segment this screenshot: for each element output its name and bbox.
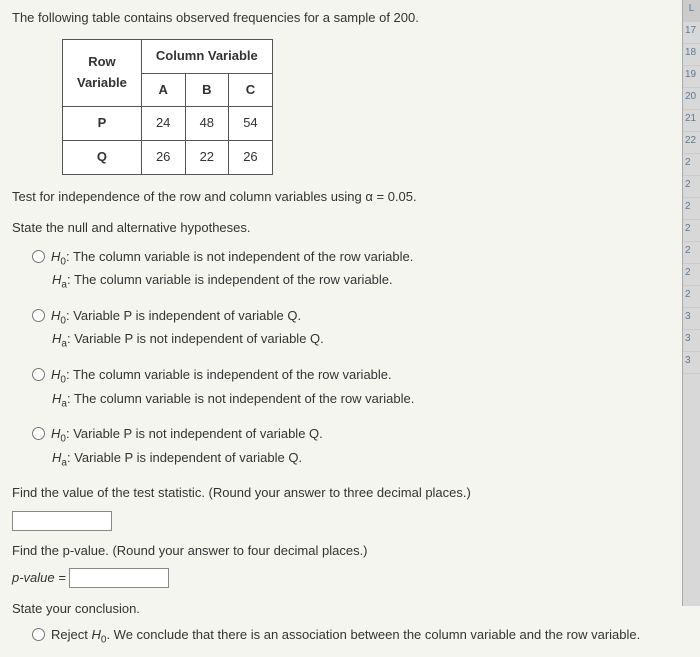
hypothesis-options: H0: The column variable is not independe… <box>32 247 688 472</box>
h0-line: H0: The column variable is independent o… <box>51 365 392 389</box>
sidebar-num[interactable]: 3 <box>683 330 700 352</box>
test-prompt: Test for independence of the row and col… <box>12 187 688 208</box>
sidebar-num[interactable]: 3 <box>683 352 700 374</box>
pvalue-prompt: Find the p-value. (Round your answer to … <box>12 541 688 562</box>
h0-line: H0: Variable P is independent of variabl… <box>51 306 301 330</box>
radio-option-2[interactable] <box>32 309 45 322</box>
ha-line: Ha: Variable P is not independent of var… <box>52 329 688 353</box>
col-b: B <box>185 73 229 107</box>
option-4: H0: Variable P is not independent of var… <box>32 424 688 471</box>
cell: 26 <box>229 141 273 175</box>
table-row: P 24 48 54 <box>63 107 273 141</box>
frequency-table: Row Variable Column Variable A B C P 24 … <box>62 39 273 175</box>
pvalue-input[interactable] <box>69 568 169 588</box>
sidebar-num[interactable]: 19 <box>683 66 700 88</box>
column-variable-header: Column Variable <box>141 39 272 73</box>
sidebar-num[interactable]: 3 <box>683 308 700 330</box>
radio-option-4[interactable] <box>32 427 45 440</box>
radio-option-3[interactable] <box>32 368 45 381</box>
sidebar-nav: L 17 18 19 20 21 22 2 2 2 2 2 2 2 3 3 3 <box>682 0 700 606</box>
sidebar-num[interactable]: 20 <box>683 88 700 110</box>
question-content: The following table contains observed fr… <box>0 0 700 657</box>
conclusion-option: Reject H0. We conclude that there is an … <box>32 625 688 649</box>
radio-option-1[interactable] <box>32 250 45 263</box>
sidebar-num[interactable]: 2 <box>683 286 700 308</box>
ha-line: Ha: The column variable is independent o… <box>52 270 688 294</box>
option-1: H0: The column variable is not independe… <box>32 247 688 294</box>
h0-line: H0: Variable P is not independent of var… <box>51 424 323 448</box>
sidebar-num[interactable]: 2 <box>683 176 700 198</box>
sidebar-num[interactable]: 2 <box>683 154 700 176</box>
sidebar-num[interactable]: 17 <box>683 22 700 44</box>
sidebar-letter[interactable]: L <box>683 0 700 22</box>
row-p-label: P <box>63 107 142 141</box>
col-a: A <box>141 73 185 107</box>
test-statistic-prompt: Find the value of the test statistic. (R… <box>12 483 688 504</box>
sidebar-num[interactable]: 2 <box>683 198 700 220</box>
col-c: C <box>229 73 273 107</box>
conclusion-text: Reject H0. We conclude that there is an … <box>51 625 640 649</box>
cell: 48 <box>185 107 229 141</box>
conclusion-prompt: State your conclusion. <box>12 599 688 620</box>
sidebar-num[interactable]: 2 <box>683 242 700 264</box>
row-variable-header: Row Variable <box>63 39 142 107</box>
intro-text: The following table contains observed fr… <box>12 8 688 29</box>
ha-line: Ha: Variable P is independent of variabl… <box>52 448 688 472</box>
option-3: H0: The column variable is independent o… <box>32 365 688 412</box>
table-row: Q 26 22 26 <box>63 141 273 175</box>
cell: 24 <box>141 107 185 141</box>
pvalue-row: p-value = <box>12 568 688 589</box>
h0-line: H0: The column variable is not independe… <box>51 247 413 271</box>
cell: 22 <box>185 141 229 175</box>
cell: 54 <box>229 107 273 141</box>
cell: 26 <box>141 141 185 175</box>
sidebar-num[interactable]: 21 <box>683 110 700 132</box>
sidebar-num[interactable]: 22 <box>683 132 700 154</box>
pvalue-label: p-value = <box>12 570 66 585</box>
sidebar-num[interactable]: 2 <box>683 220 700 242</box>
ha-line: Ha: The column variable is not independe… <box>52 389 688 413</box>
option-2: H0: Variable P is independent of variabl… <box>32 306 688 353</box>
row-q-label: Q <box>63 141 142 175</box>
sidebar-num[interactable]: 18 <box>683 44 700 66</box>
sidebar-num[interactable]: 2 <box>683 264 700 286</box>
hypotheses-prompt: State the null and alternative hypothese… <box>12 218 688 239</box>
radio-conclusion-1[interactable] <box>32 628 45 641</box>
test-statistic-input[interactable] <box>12 511 112 531</box>
